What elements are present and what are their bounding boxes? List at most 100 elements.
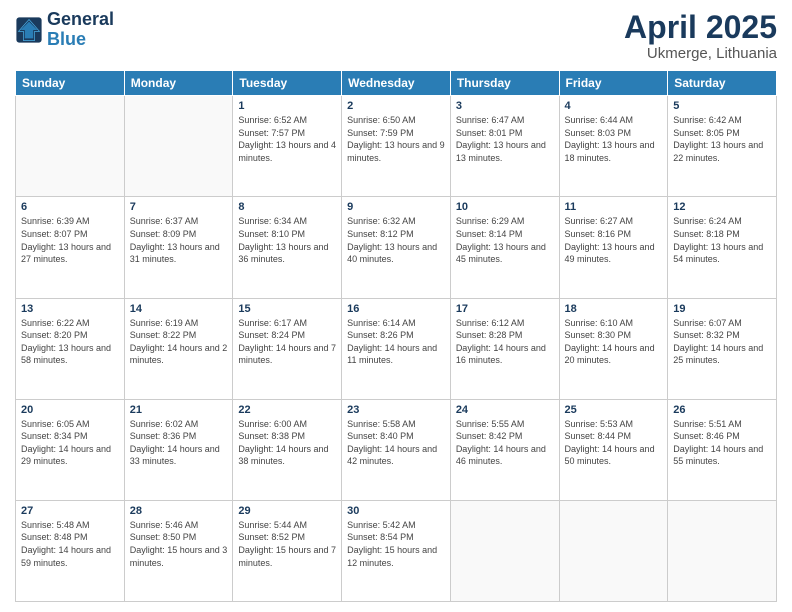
day-info: Sunrise: 6:27 AMSunset: 8:16 PMDaylight:… [565, 215, 663, 265]
day-number: 30 [347, 505, 445, 517]
day-info: Sunrise: 6:44 AMSunset: 8:03 PMDaylight:… [565, 114, 663, 164]
header: General Blue April 2025 Ukmerge, Lithuan… [15, 10, 777, 62]
table-row: 29 Sunrise: 5:44 AMSunset: 8:52 PMDayligh… [233, 500, 342, 601]
calendar-header-row: Sunday Monday Tuesday Wednesday Thursday… [16, 71, 777, 96]
table-row [124, 96, 233, 197]
table-row [668, 500, 777, 601]
day-number: 5 [673, 100, 771, 112]
col-friday: Friday [559, 71, 668, 96]
day-number: 11 [565, 201, 663, 213]
week-row-2: 13 Sunrise: 6:22 AMSunset: 8:20 PMDayligh… [16, 298, 777, 399]
table-row: 27 Sunrise: 5:48 AMSunset: 8:48 PMDayligh… [16, 500, 125, 601]
day-info: Sunrise: 6:22 AMSunset: 8:20 PMDaylight:… [21, 317, 119, 367]
logo-line2: Blue [47, 30, 114, 50]
day-number: 17 [456, 303, 554, 315]
table-row: 7 Sunrise: 6:37 AMSunset: 8:09 PMDaylight… [124, 197, 233, 298]
day-number: 28 [130, 505, 228, 517]
day-info: Sunrise: 6:17 AMSunset: 8:24 PMDaylight:… [238, 317, 336, 367]
col-saturday: Saturday [668, 71, 777, 96]
day-info: Sunrise: 5:46 AMSunset: 8:50 PMDaylight:… [130, 519, 228, 569]
day-number: 7 [130, 201, 228, 213]
table-row: 12 Sunrise: 6:24 AMSunset: 8:18 PMDayligh… [668, 197, 777, 298]
table-row: 8 Sunrise: 6:34 AMSunset: 8:10 PMDaylight… [233, 197, 342, 298]
day-number: 6 [21, 201, 119, 213]
table-row: 20 Sunrise: 6:05 AMSunset: 8:34 PMDayligh… [16, 399, 125, 500]
table-row [450, 500, 559, 601]
day-info: Sunrise: 6:29 AMSunset: 8:14 PMDaylight:… [456, 215, 554, 265]
day-number: 14 [130, 303, 228, 315]
logo: General Blue [15, 10, 114, 50]
col-sunday: Sunday [16, 71, 125, 96]
day-number: 27 [21, 505, 119, 517]
day-info: Sunrise: 6:10 AMSunset: 8:30 PMDaylight:… [565, 317, 663, 367]
table-row: 21 Sunrise: 6:02 AMSunset: 8:36 PMDayligh… [124, 399, 233, 500]
table-row: 4Sunrise: 6:44 AMSunset: 8:03 PMDaylight… [559, 96, 668, 197]
day-info: Sunrise: 5:51 AMSunset: 8:46 PMDaylight:… [673, 418, 771, 468]
day-number: 15 [238, 303, 336, 315]
page: General Blue April 2025 Ukmerge, Lithuan… [0, 0, 792, 612]
title-block: April 2025 Ukmerge, Lithuania [624, 10, 777, 62]
table-row: 16 Sunrise: 6:14 AMSunset: 8:26 PMDayligh… [342, 298, 451, 399]
day-info: Sunrise: 6:52 AMSunset: 7:57 PMDaylight:… [238, 114, 336, 164]
day-number: 12 [673, 201, 771, 213]
day-number: 23 [347, 404, 445, 416]
day-info: Sunrise: 5:55 AMSunset: 8:42 PMDaylight:… [456, 418, 554, 468]
day-info: Sunrise: 6:39 AMSunset: 8:07 PMDaylight:… [21, 215, 119, 265]
logo-text: General Blue [47, 10, 114, 50]
day-info: Sunrise: 5:42 AMSunset: 8:54 PMDaylight:… [347, 519, 445, 569]
logo-line1: General [47, 10, 114, 30]
table-row: 18 Sunrise: 6:10 AMSunset: 8:30 PMDayligh… [559, 298, 668, 399]
day-info: Sunrise: 6:50 AMSunset: 7:59 PMDaylight:… [347, 114, 445, 164]
day-number: 10 [456, 201, 554, 213]
day-info: Sunrise: 6:02 AMSunset: 8:36 PMDaylight:… [130, 418, 228, 468]
table-row: 19 Sunrise: 6:07 AMSunset: 8:32 PMDayligh… [668, 298, 777, 399]
table-row: 9Sunrise: 6:32 AMSunset: 8:12 PMDaylight… [342, 197, 451, 298]
table-row: 17Sunrise: 6:12 AMSunset: 8:28 PMDayligh… [450, 298, 559, 399]
table-row: 26Sunrise: 5:51 AMSunset: 8:46 PMDayligh… [668, 399, 777, 500]
calendar: Sunday Monday Tuesday Wednesday Thursday… [15, 70, 777, 602]
day-number: 20 [21, 404, 119, 416]
month-title: April 2025 [624, 10, 777, 45]
day-info: Sunrise: 6:00 AMSunset: 8:38 PMDaylight:… [238, 418, 336, 468]
day-number: 29 [238, 505, 336, 517]
day-number: 18 [565, 303, 663, 315]
table-row: 28 Sunrise: 5:46 AMSunset: 8:50 PMDayligh… [124, 500, 233, 601]
logo-icon [15, 16, 43, 44]
table-row: 15 Sunrise: 6:17 AMSunset: 8:24 PMDayligh… [233, 298, 342, 399]
table-row: 30 Sunrise: 5:42 AMSunset: 8:54 PMDayligh… [342, 500, 451, 601]
day-info: Sunrise: 6:42 AMSunset: 8:05 PMDaylight:… [673, 114, 771, 164]
week-row-3: 20 Sunrise: 6:05 AMSunset: 8:34 PMDayligh… [16, 399, 777, 500]
table-row: 6 Sunrise: 6:39 AMSunset: 8:07 PMDaylight… [16, 197, 125, 298]
subtitle: Ukmerge, Lithuania [624, 45, 777, 62]
day-info: Sunrise: 6:07 AMSunset: 8:32 PMDaylight:… [673, 317, 771, 367]
day-number: 19 [673, 303, 771, 315]
table-row: 10 Sunrise: 6:29 AMSunset: 8:14 PMDayligh… [450, 197, 559, 298]
day-info: Sunrise: 6:34 AMSunset: 8:10 PMDaylight:… [238, 215, 336, 265]
day-info: Sunrise: 6:37 AMSunset: 8:09 PMDaylight:… [130, 215, 228, 265]
day-number: 24 [456, 404, 554, 416]
day-number: 1 [238, 100, 336, 112]
col-thursday: Thursday [450, 71, 559, 96]
table-row: 24 Sunrise: 5:55 AMSunset: 8:42 PMDayligh… [450, 399, 559, 500]
week-row-1: 6 Sunrise: 6:39 AMSunset: 8:07 PMDaylight… [16, 197, 777, 298]
day-info: Sunrise: 6:24 AMSunset: 8:18 PMDaylight:… [673, 215, 771, 265]
day-info: Sunrise: 5:48 AMSunset: 8:48 PMDaylight:… [21, 519, 119, 569]
col-monday: Monday [124, 71, 233, 96]
day-number: 3 [456, 100, 554, 112]
day-info: Sunrise: 6:14 AMSunset: 8:26 PMDaylight:… [347, 317, 445, 367]
day-number: 2 [347, 100, 445, 112]
day-info: Sunrise: 6:05 AMSunset: 8:34 PMDaylight:… [21, 418, 119, 468]
day-info: Sunrise: 5:58 AMSunset: 8:40 PMDaylight:… [347, 418, 445, 468]
day-number: 25 [565, 404, 663, 416]
table-row: 23 Sunrise: 5:58 AMSunset: 8:40 PMDayligh… [342, 399, 451, 500]
table-row: 5 Sunrise: 6:42 AMSunset: 8:05 PMDaylight… [668, 96, 777, 197]
day-info: Sunrise: 5:44 AMSunset: 8:52 PMDaylight:… [238, 519, 336, 569]
day-number: 21 [130, 404, 228, 416]
table-row: 22 Sunrise: 6:00 AMSunset: 8:38 PMDayligh… [233, 399, 342, 500]
day-number: 9 [347, 201, 445, 213]
day-number: 8 [238, 201, 336, 213]
day-number: 16 [347, 303, 445, 315]
day-number: 13 [21, 303, 119, 315]
day-number: 22 [238, 404, 336, 416]
week-row-4: 27 Sunrise: 5:48 AMSunset: 8:48 PMDayligh… [16, 500, 777, 601]
